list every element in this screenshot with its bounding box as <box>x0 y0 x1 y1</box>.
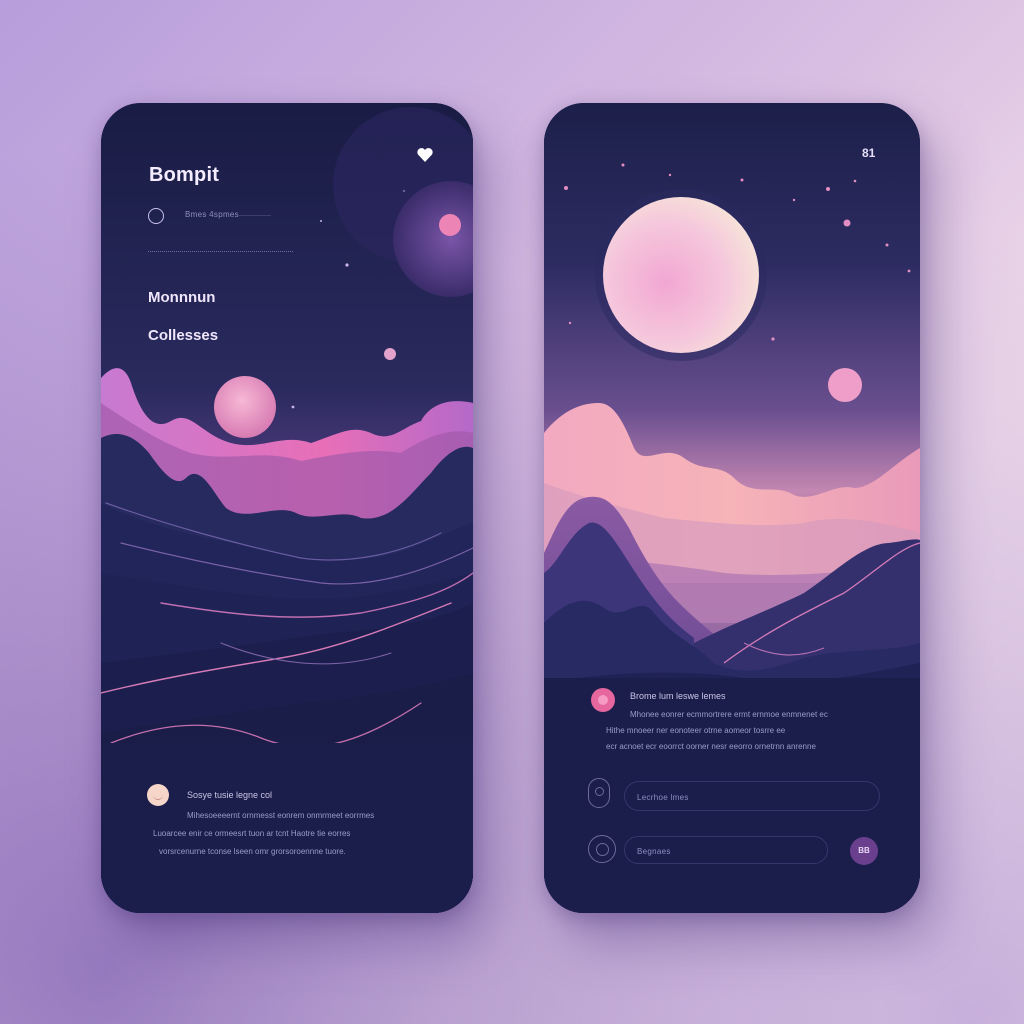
nav-item-collections[interactable]: Collesses <box>148 327 218 344</box>
radio-circle[interactable] <box>148 208 164 224</box>
small-moon <box>439 214 461 236</box>
app-title: Bompit <box>149 164 220 186</box>
circle-icon[interactable] <box>588 835 616 863</box>
right-phone-screen: 81 Brome lum leswe lemes Mhonee eonrer e… <box>544 103 920 913</box>
second-field[interactable]: Begnaes <box>624 836 828 864</box>
dotted-divider <box>148 251 293 252</box>
page-number: 81 <box>862 146 876 160</box>
pink-badge-icon[interactable] <box>591 688 615 712</box>
small-planet <box>828 368 862 402</box>
go-button[interactable]: BB <box>850 837 878 865</box>
location-pin-icon[interactable] <box>588 778 610 808</box>
footer-line-1: Mihesoeeeernt ornmesst eonrem onmrmeet e… <box>187 811 375 820</box>
subtitle-divider <box>239 215 271 216</box>
footer-heading: Sosye tusie legne col <box>187 790 273 800</box>
info-line-3: ecr acnoet ecr eoorrct oorner nesr eeorr… <box>606 742 816 751</box>
footer-line-3: vorsrcenurne tconse lseen omr grorsoroen… <box>159 847 346 856</box>
left-phone-screen: Bompit Bmes 4spmes Monnnun Collesses Sos… <box>101 103 473 913</box>
moon <box>603 197 759 353</box>
second-field-label: Begnaes <box>637 847 671 856</box>
avatar[interactable] <box>147 784 169 806</box>
nav-item-mountain[interactable]: Monnnun <box>148 289 215 306</box>
heart-icon[interactable] <box>415 145 435 165</box>
info-heading: Brome lum leswe lemes <box>630 691 726 701</box>
subtitle-label: Bmes 4spmes <box>185 210 239 219</box>
footer-line-2: Luoarcee enir ce ormeesrt tuon ar tcnt H… <box>153 829 351 838</box>
search-field[interactable]: Lecrhoe lmes <box>624 781 880 811</box>
search-field-label: Lecrhoe lmes <box>637 793 689 802</box>
pink-planet <box>214 376 276 438</box>
